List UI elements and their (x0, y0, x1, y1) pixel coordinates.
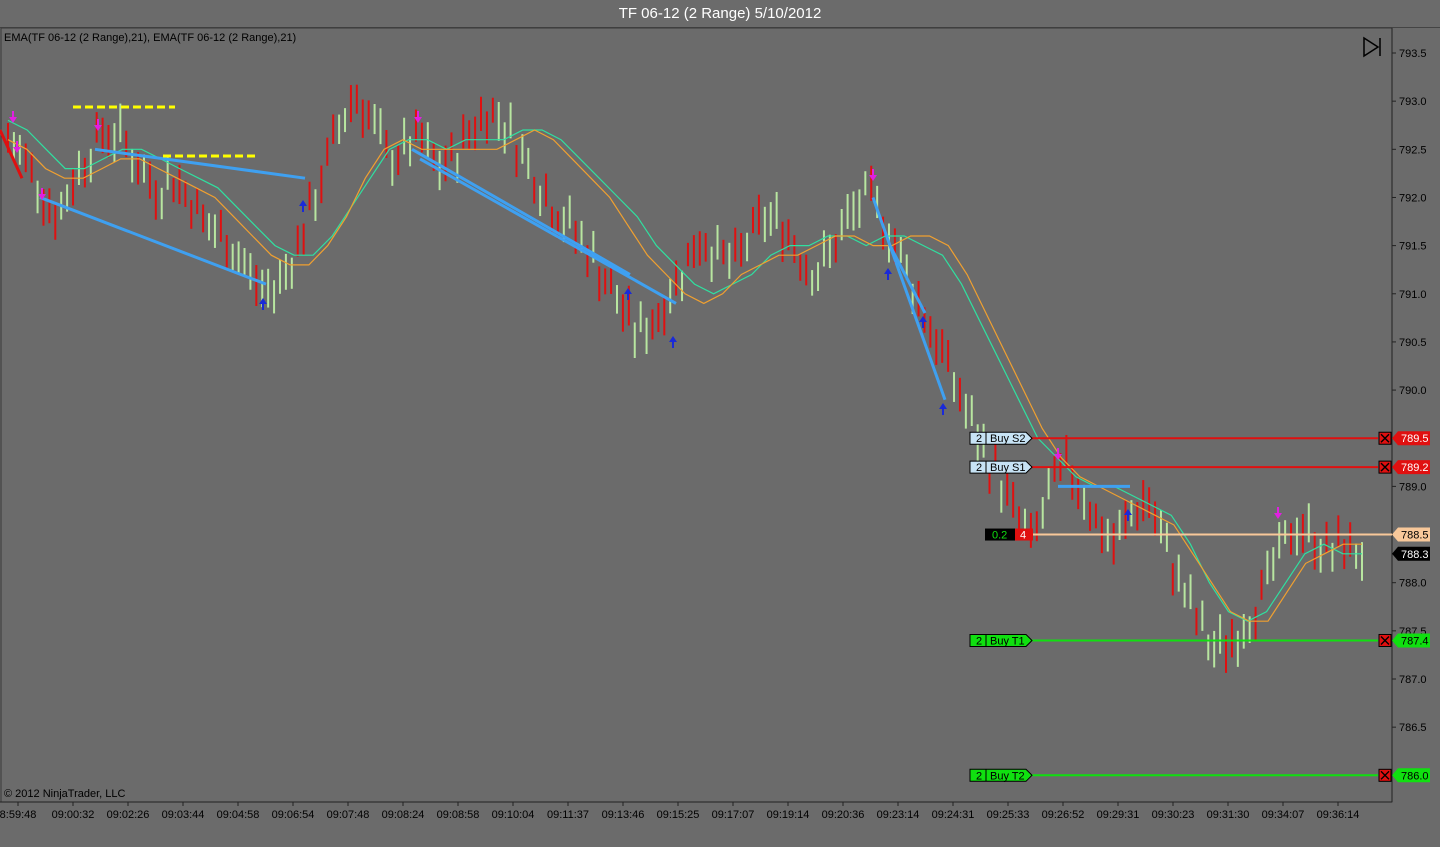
position-price-label: 788.5 (1401, 530, 1429, 542)
x-tick-label: 09:00:32 (52, 809, 95, 821)
trendline[interactable] (411, 148, 631, 276)
order-qty: 2 (976, 770, 982, 782)
position-pnl: 0.2 (992, 530, 1007, 542)
x-tick-label: 09:06:54 (272, 809, 315, 821)
y-tick-label: 786.5 (1399, 722, 1427, 734)
x-tick-label: 09:07:48 (327, 809, 370, 821)
plot-frame (0, 27, 1393, 803)
x-tick-label: 09:36:14 (1317, 809, 1360, 821)
x-tick-label: 09:08:58 (437, 809, 480, 821)
x-tick-label: 09:31:30 (1207, 809, 1250, 821)
order-label: Buy S1 (990, 462, 1025, 474)
x-tick-label: 09:30:23 (1152, 809, 1195, 821)
y-tick-label: 791.0 (1399, 289, 1427, 301)
price-chart[interactable]: 793.5 793.0 792.5 792.0 791.5 791.0 790.5 790.0… (0, 0, 1440, 847)
order-qty: 2 (976, 462, 982, 474)
copyright-text: © 2012 NinjaTrader, LLC (4, 788, 126, 800)
trendline[interactable] (0, 129, 24, 179)
y-tick-label: 792.0 (1399, 192, 1427, 204)
sell-signal-arrow-icon[interactable] (1274, 507, 1282, 519)
order-price-label: 786.0 (1401, 770, 1429, 782)
buy-signal-arrow-icon[interactable] (259, 298, 267, 310)
y-tick-label: 790.5 (1399, 337, 1427, 349)
buy-signal-arrow-icon[interactable] (624, 288, 632, 300)
x-tick-label: 09:04:58 (217, 809, 260, 821)
buy-signal-arrow-icon[interactable] (939, 403, 947, 415)
x-tick-label: 09:11:37 (547, 809, 589, 821)
x-tick-label: 09:13:46 (602, 809, 645, 821)
y-tick-label: 792.5 (1399, 144, 1427, 156)
x-tick-label: 09:26:52 (1042, 809, 1085, 821)
ema-fast-line (7, 129, 1362, 622)
order-price-label: 789.5 (1401, 433, 1429, 445)
trendline[interactable] (888, 245, 947, 401)
last-price-label: 788.3 (1401, 549, 1429, 561)
order-price-label: 789.2 (1401, 462, 1429, 474)
sell-signal-arrow-icon[interactable] (869, 169, 877, 181)
y-tick-label: 789.0 (1399, 481, 1427, 493)
x-tick-label: 09:19:14 (767, 809, 810, 821)
trendline[interactable] (39, 196, 267, 286)
x-tick-label: 09:03:44 (162, 809, 205, 821)
trendline[interactable] (94, 147, 306, 180)
buy-signal-arrow-icon[interactable] (884, 268, 892, 280)
x-tick-label: 09:02:26 (107, 809, 150, 821)
trendline[interactable] (419, 157, 677, 305)
x-tick-label: 09:08:24 (382, 809, 425, 821)
order-label: Buy S2 (990, 433, 1025, 445)
sell-signal-arrow-icon[interactable] (94, 119, 102, 131)
y-tick-label: 790.0 (1399, 385, 1427, 397)
y-tick-label: 793.0 (1399, 96, 1427, 108)
position-qty: 4 (1020, 530, 1026, 542)
x-tick-label: 09:25:33 (987, 809, 1030, 821)
chart-window: TF 06-12 (2 Range) 5/10/2012 793.5 793.0 7… (0, 0, 1440, 847)
buy-signal-arrow-icon[interactable] (299, 200, 307, 212)
x-tick-label: 09:17:07 (712, 809, 755, 821)
x-tick-label: 09:10:04 (492, 809, 535, 821)
x-tick-label: 09:20:36 (822, 809, 865, 821)
x-tick-label: 09:29:31 (1097, 809, 1140, 821)
y-tick-label: 788.0 (1399, 578, 1427, 590)
x-tick-label: 09:15:25 (657, 809, 700, 821)
indicator-label: EMA(TF 06-12 (2 Range),21), EMA(TF 06-12… (4, 32, 297, 44)
order-price-label: 787.4 (1401, 635, 1429, 647)
order-label: Buy T1 (990, 635, 1025, 647)
y-tick-label: 793.5 (1399, 48, 1427, 60)
order-qty: 2 (976, 433, 982, 445)
x-tick-label: 09:24:31 (932, 809, 975, 821)
x-tick-label: 09:23:14 (877, 809, 920, 821)
play-end-icon (1363, 36, 1381, 58)
buy-signal-arrow-icon[interactable] (669, 336, 677, 348)
order-qty: 2 (976, 635, 982, 647)
order-label: Buy T2 (990, 770, 1025, 782)
y-tick-label: 787.0 (1399, 674, 1427, 686)
x-tick-label: 8:59:48 (0, 809, 36, 821)
y-tick-label: 791.5 (1399, 241, 1427, 253)
x-tick-label: 09:34:07 (1262, 809, 1305, 821)
